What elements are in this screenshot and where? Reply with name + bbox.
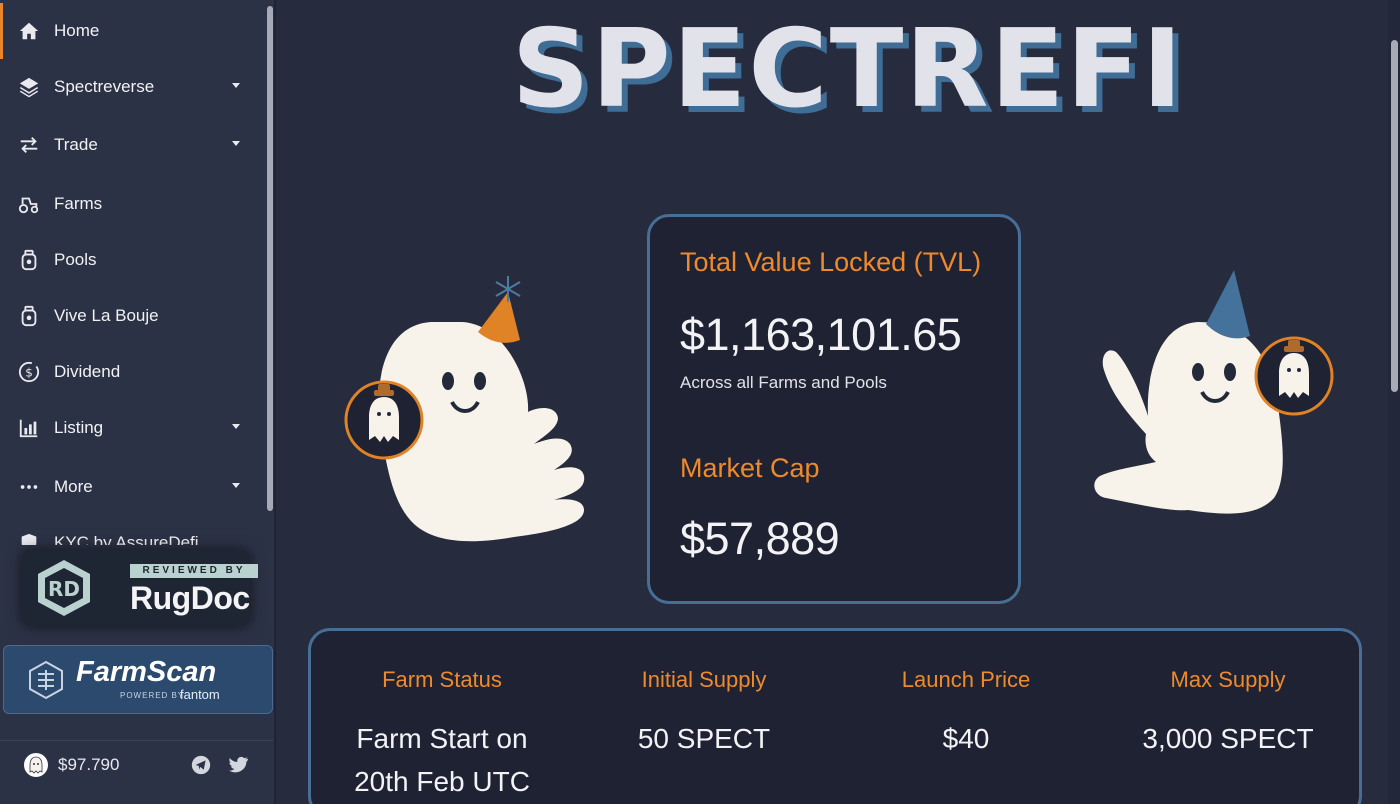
swap-arrows-icon bbox=[16, 132, 42, 158]
stat-value: 50 SPECT bbox=[637, 723, 771, 754]
sidebar-footer: $97.790 bbox=[0, 740, 274, 788]
jar-icon bbox=[16, 247, 42, 273]
svg-text:RD: RD bbox=[48, 577, 80, 601]
token-price: $97.790 bbox=[58, 755, 120, 774]
stat-launch-price: Launch Price $40 bbox=[835, 667, 1097, 760]
sidebar-item-label: Listing bbox=[54, 418, 104, 437]
sidebar-item-label: Spectreverse bbox=[54, 77, 155, 96]
sidebar-item-home[interactable]: Home bbox=[0, 3, 262, 59]
sidebar-item-dividend[interactable]: $ Dividend bbox=[0, 344, 262, 400]
sidebar-item-farms[interactable]: Farms bbox=[0, 176, 262, 232]
layers-icon bbox=[16, 74, 42, 100]
dollar-circle-icon: $ bbox=[16, 359, 42, 385]
chevron-down-icon bbox=[232, 83, 240, 88]
sidebar-item-listing[interactable]: Listing bbox=[0, 400, 262, 456]
tvl-subtitle: Across all Farms and Pools bbox=[680, 373, 887, 392]
shield-check-icon bbox=[16, 530, 42, 545]
sidebar-item-label: KYC by AssureDefi bbox=[54, 533, 199, 545]
stat-label: Max Supply bbox=[1170, 667, 1286, 692]
sidebar-item-label: Trade bbox=[54, 135, 98, 154]
stat-label: Farm Status bbox=[382, 667, 502, 692]
sidebar-item-more[interactable]: More bbox=[0, 459, 262, 515]
chevron-down-icon bbox=[232, 483, 240, 488]
stat-initial-supply: Initial Supply 50 SPECT bbox=[573, 667, 835, 760]
sidebar: Home Spectreverse Trade Farms Pools Vive… bbox=[0, 0, 276, 804]
telegram-icon[interactable] bbox=[190, 754, 212, 776]
sidebar-item-label: Pools bbox=[54, 250, 97, 269]
stat-farm-status: Farm Status Farm Start on 20th Feb UTC bbox=[311, 667, 573, 803]
farmscan-name: FarmScan bbox=[76, 656, 217, 688]
sidebar-item-label: Dividend bbox=[54, 362, 121, 381]
chevron-down-icon bbox=[232, 141, 240, 146]
stat-label: Launch Price bbox=[901, 667, 1031, 692]
sidebar-item-trade[interactable]: Trade bbox=[0, 117, 262, 173]
ghost-waving-illustration bbox=[1094, 270, 1334, 514]
rugdoc-logo-icon: RD bbox=[38, 560, 90, 616]
ghost-party-hat-illustration bbox=[344, 276, 585, 542]
tvl-label: Total Value Locked (TVL) bbox=[680, 247, 982, 277]
sidebar-item-label: More bbox=[54, 477, 93, 496]
rugdoc-badge[interactable]: RD REVIEWED BY RugDoc bbox=[22, 550, 258, 626]
sidebar-item-vive-la-bouje[interactable]: Vive La Bouje bbox=[0, 288, 262, 344]
chevron-down-icon bbox=[232, 424, 240, 429]
brand-title: SPECTREFI bbox=[511, 7, 1185, 132]
bar-chart-icon bbox=[16, 415, 42, 441]
tractor-icon bbox=[16, 191, 42, 217]
stat-value: Farm Start on 20th Feb UTC bbox=[354, 723, 530, 797]
sidebar-nav: Home Spectreverse Trade Farms Pools Vive… bbox=[0, 0, 274, 545]
jar-icon bbox=[16, 303, 42, 329]
sidebar-item-label: Home bbox=[54, 21, 100, 40]
tvl-value: $1,163,101.65 bbox=[680, 309, 962, 360]
rugdoc-name: RugDoc bbox=[130, 580, 250, 616]
market-cap-label: Market Cap bbox=[680, 453, 820, 483]
stat-max-supply: Max Supply 3,000 SPECT bbox=[1097, 667, 1359, 760]
home-icon bbox=[16, 18, 42, 44]
fantom-label: fantom bbox=[180, 687, 220, 702]
main-content: SPECTREFI Total Value Locked (TVL) $1,16… bbox=[278, 0, 1388, 804]
more-dots-icon bbox=[16, 474, 42, 500]
page-scrollbar[interactable] bbox=[1388, 0, 1400, 804]
rugdoc-reviewed-label: REVIEWED BY bbox=[130, 564, 258, 578]
farmscan-logo-icon bbox=[29, 660, 63, 700]
farmscan-badge[interactable]: FarmScan POWERED BY fantom bbox=[3, 645, 273, 714]
tvl-card: Total Value Locked (TVL) $1,163,101.65 A… bbox=[647, 214, 1021, 604]
sidebar-item-label: Vive La Bouje bbox=[54, 306, 159, 325]
market-cap-value: $57,889 bbox=[680, 513, 840, 564]
sidebar-item-spectreverse[interactable]: Spectreverse bbox=[0, 59, 262, 115]
farmscan-powered-by: POWERED BY bbox=[120, 691, 185, 700]
stat-label: Initial Supply bbox=[641, 667, 767, 692]
twitter-icon[interactable] bbox=[228, 754, 250, 776]
stat-value: 3,000 SPECT bbox=[1142, 723, 1314, 754]
sidebar-item-pools[interactable]: Pools bbox=[0, 232, 262, 288]
stat-value: $40 bbox=[942, 723, 990, 754]
stats-panel: Farm Status Farm Start on 20th Feb UTC I… bbox=[308, 628, 1362, 804]
sidebar-item-label: Farms bbox=[54, 194, 103, 213]
page-scrollbar-thumb[interactable] bbox=[1391, 40, 1398, 392]
sidebar-item-kyc[interactable]: KYC by AssureDefi bbox=[0, 515, 262, 545]
sidebar-scrollbar[interactable] bbox=[267, 6, 273, 511]
spect-token-icon bbox=[24, 753, 48, 777]
svg-text:$: $ bbox=[25, 366, 33, 380]
